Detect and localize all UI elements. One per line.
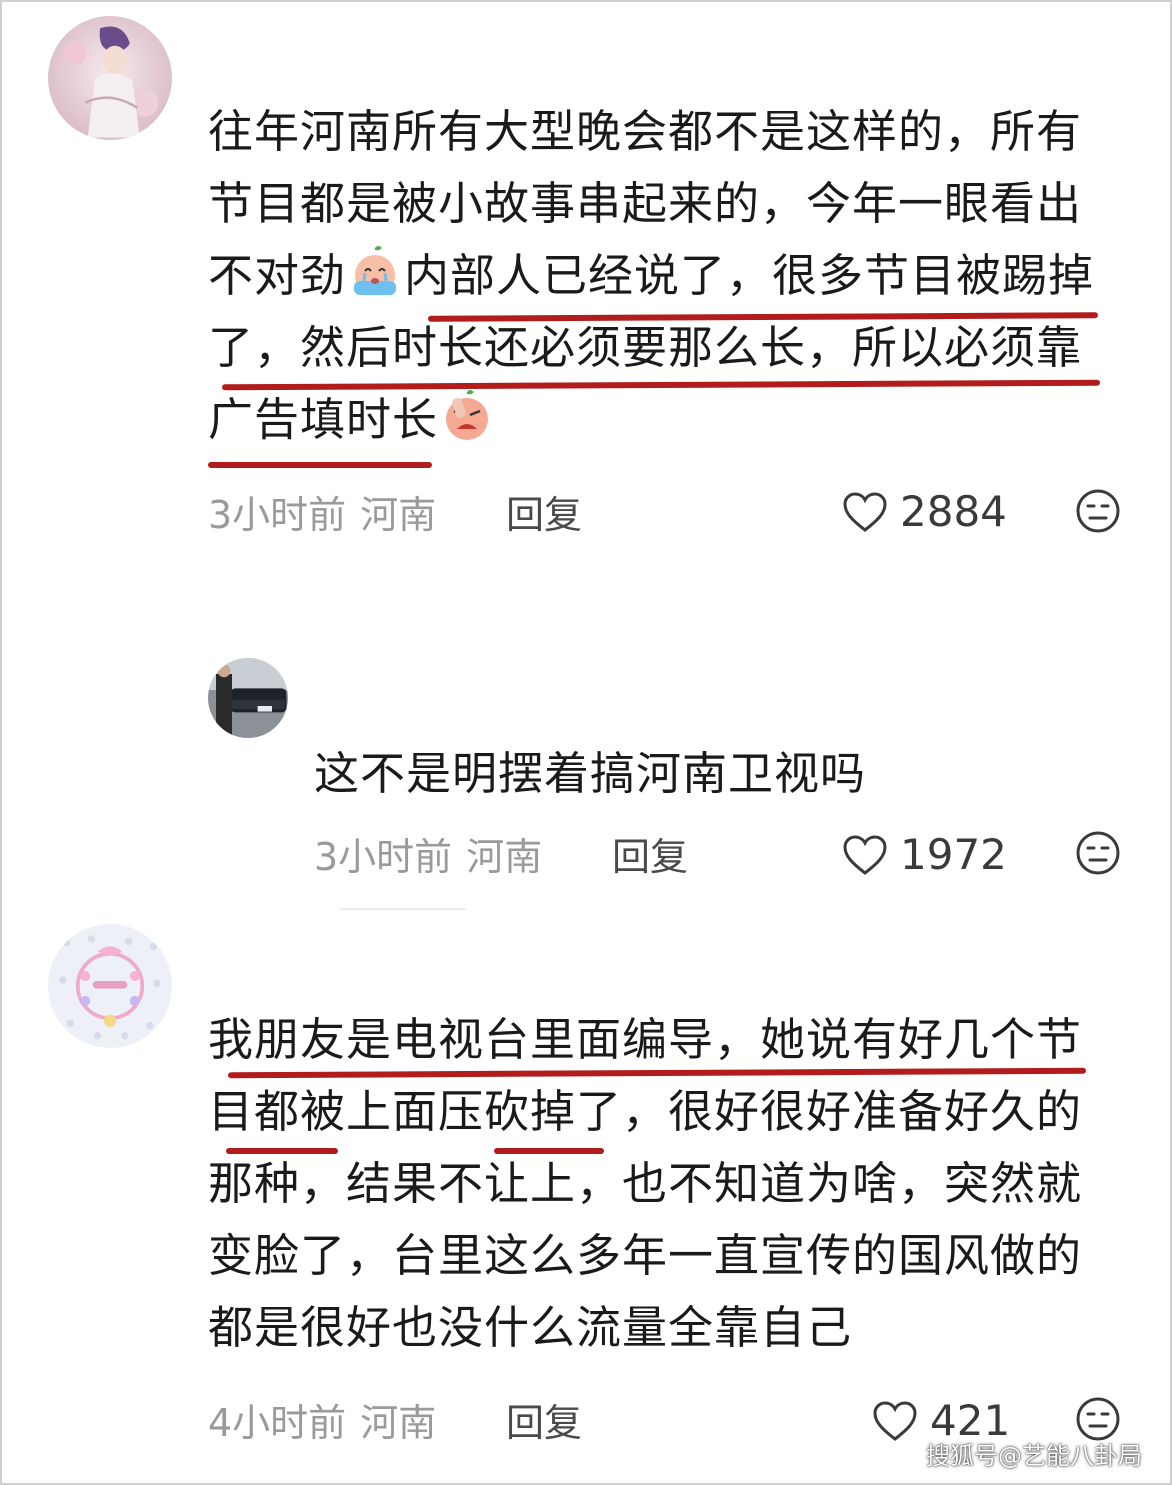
like-button[interactable]: 2884 [842,487,1007,536]
comment-text: 这不是明摆着搞河南卫视吗 [314,738,866,810]
dislike-button[interactable] [1075,830,1121,876]
comment-meta: 3小时前 河南 [208,484,436,539]
comment-line: 那种，结果不让上，也不知道为啥，突然就 [208,1157,1083,1210]
highlight-underline [208,462,432,468]
comment-meta: 3小时前 河南 [314,826,542,881]
comment-line: 不对劲 内部人已经说了，很多节目被踢掉 [208,240,1094,312]
avatar[interactable] [48,16,172,140]
comment-fragment: 不对劲 [208,249,347,302]
neutral-face-icon [1076,489,1120,533]
comment-line: 广告填时长 [208,384,1094,456]
reply-divider [340,908,466,910]
comment-time: 3小时前 [208,493,347,537]
frustrated-face-emoji [440,389,494,443]
dislike-button[interactable] [1075,488,1121,534]
comment-location: 河南 [360,493,437,537]
comment-time: 3小时前 [314,835,453,879]
comment-text: 我朋友是电视台里面编导，她说有好几个节 目都被上面压砍掉了，很好很好准备好久的 … [208,1004,1082,1364]
reply-button[interactable]: 回复 [612,826,688,881]
watermark: 搜狐号@艺能八卦局 [926,1442,1142,1470]
highlight-underline [226,1148,338,1154]
comment-line: 目都被上面压砍掉了，很好很好准备好久的 [208,1085,1083,1138]
comment-location: 河南 [466,835,543,879]
comment-fragment: 广告填时长 [208,393,439,446]
heart-icon [873,1400,917,1441]
like-count: 1972 [900,830,1007,879]
heart-icon [843,834,887,875]
crying-face-emoji [348,245,402,299]
like-button[interactable]: 1972 [842,830,1007,879]
comment-location: 河南 [360,1401,437,1445]
comment-line: 都是很好也没什么流量全靠自己 [208,1301,853,1354]
reply-button[interactable]: 回复 [506,1392,582,1447]
comment-line: 了，然后时长还必须要那么长，所以必须靠 [208,321,1083,374]
comment-text: 往年河南所有大型晚会都不是这样的，所有 节目都是被小故事串起来的，今年一眼看出 … [208,96,1094,456]
like-count: 2884 [900,487,1007,536]
comment-time: 4小时前 [208,1401,347,1445]
comment-line: 变脸了，台里这么多年一直宣传的国风做的 [208,1229,1083,1282]
comment-line: 这不是明摆着搞河南卫视吗 [314,747,867,800]
neutral-face-icon [1076,831,1120,875]
avatar[interactable] [208,658,288,738]
highlight-underline [494,1148,604,1154]
comment-line: 往年河南所有大型晚会都不是这样的，所有 [208,105,1083,158]
comment-line: 节目都是被小故事串起来的，今年一眼看出 [208,177,1083,230]
comment-meta: 4小时前 河南 [208,1392,436,1447]
reply-button[interactable]: 回复 [506,484,582,539]
heart-icon [843,491,887,532]
comment-line: 我朋友是电视台里面编导，她说有好几个节 [208,1013,1083,1066]
comment-fragment: 内部人已经说了，很多节目被踢掉 [404,249,1095,302]
avatar[interactable] [48,924,172,1048]
